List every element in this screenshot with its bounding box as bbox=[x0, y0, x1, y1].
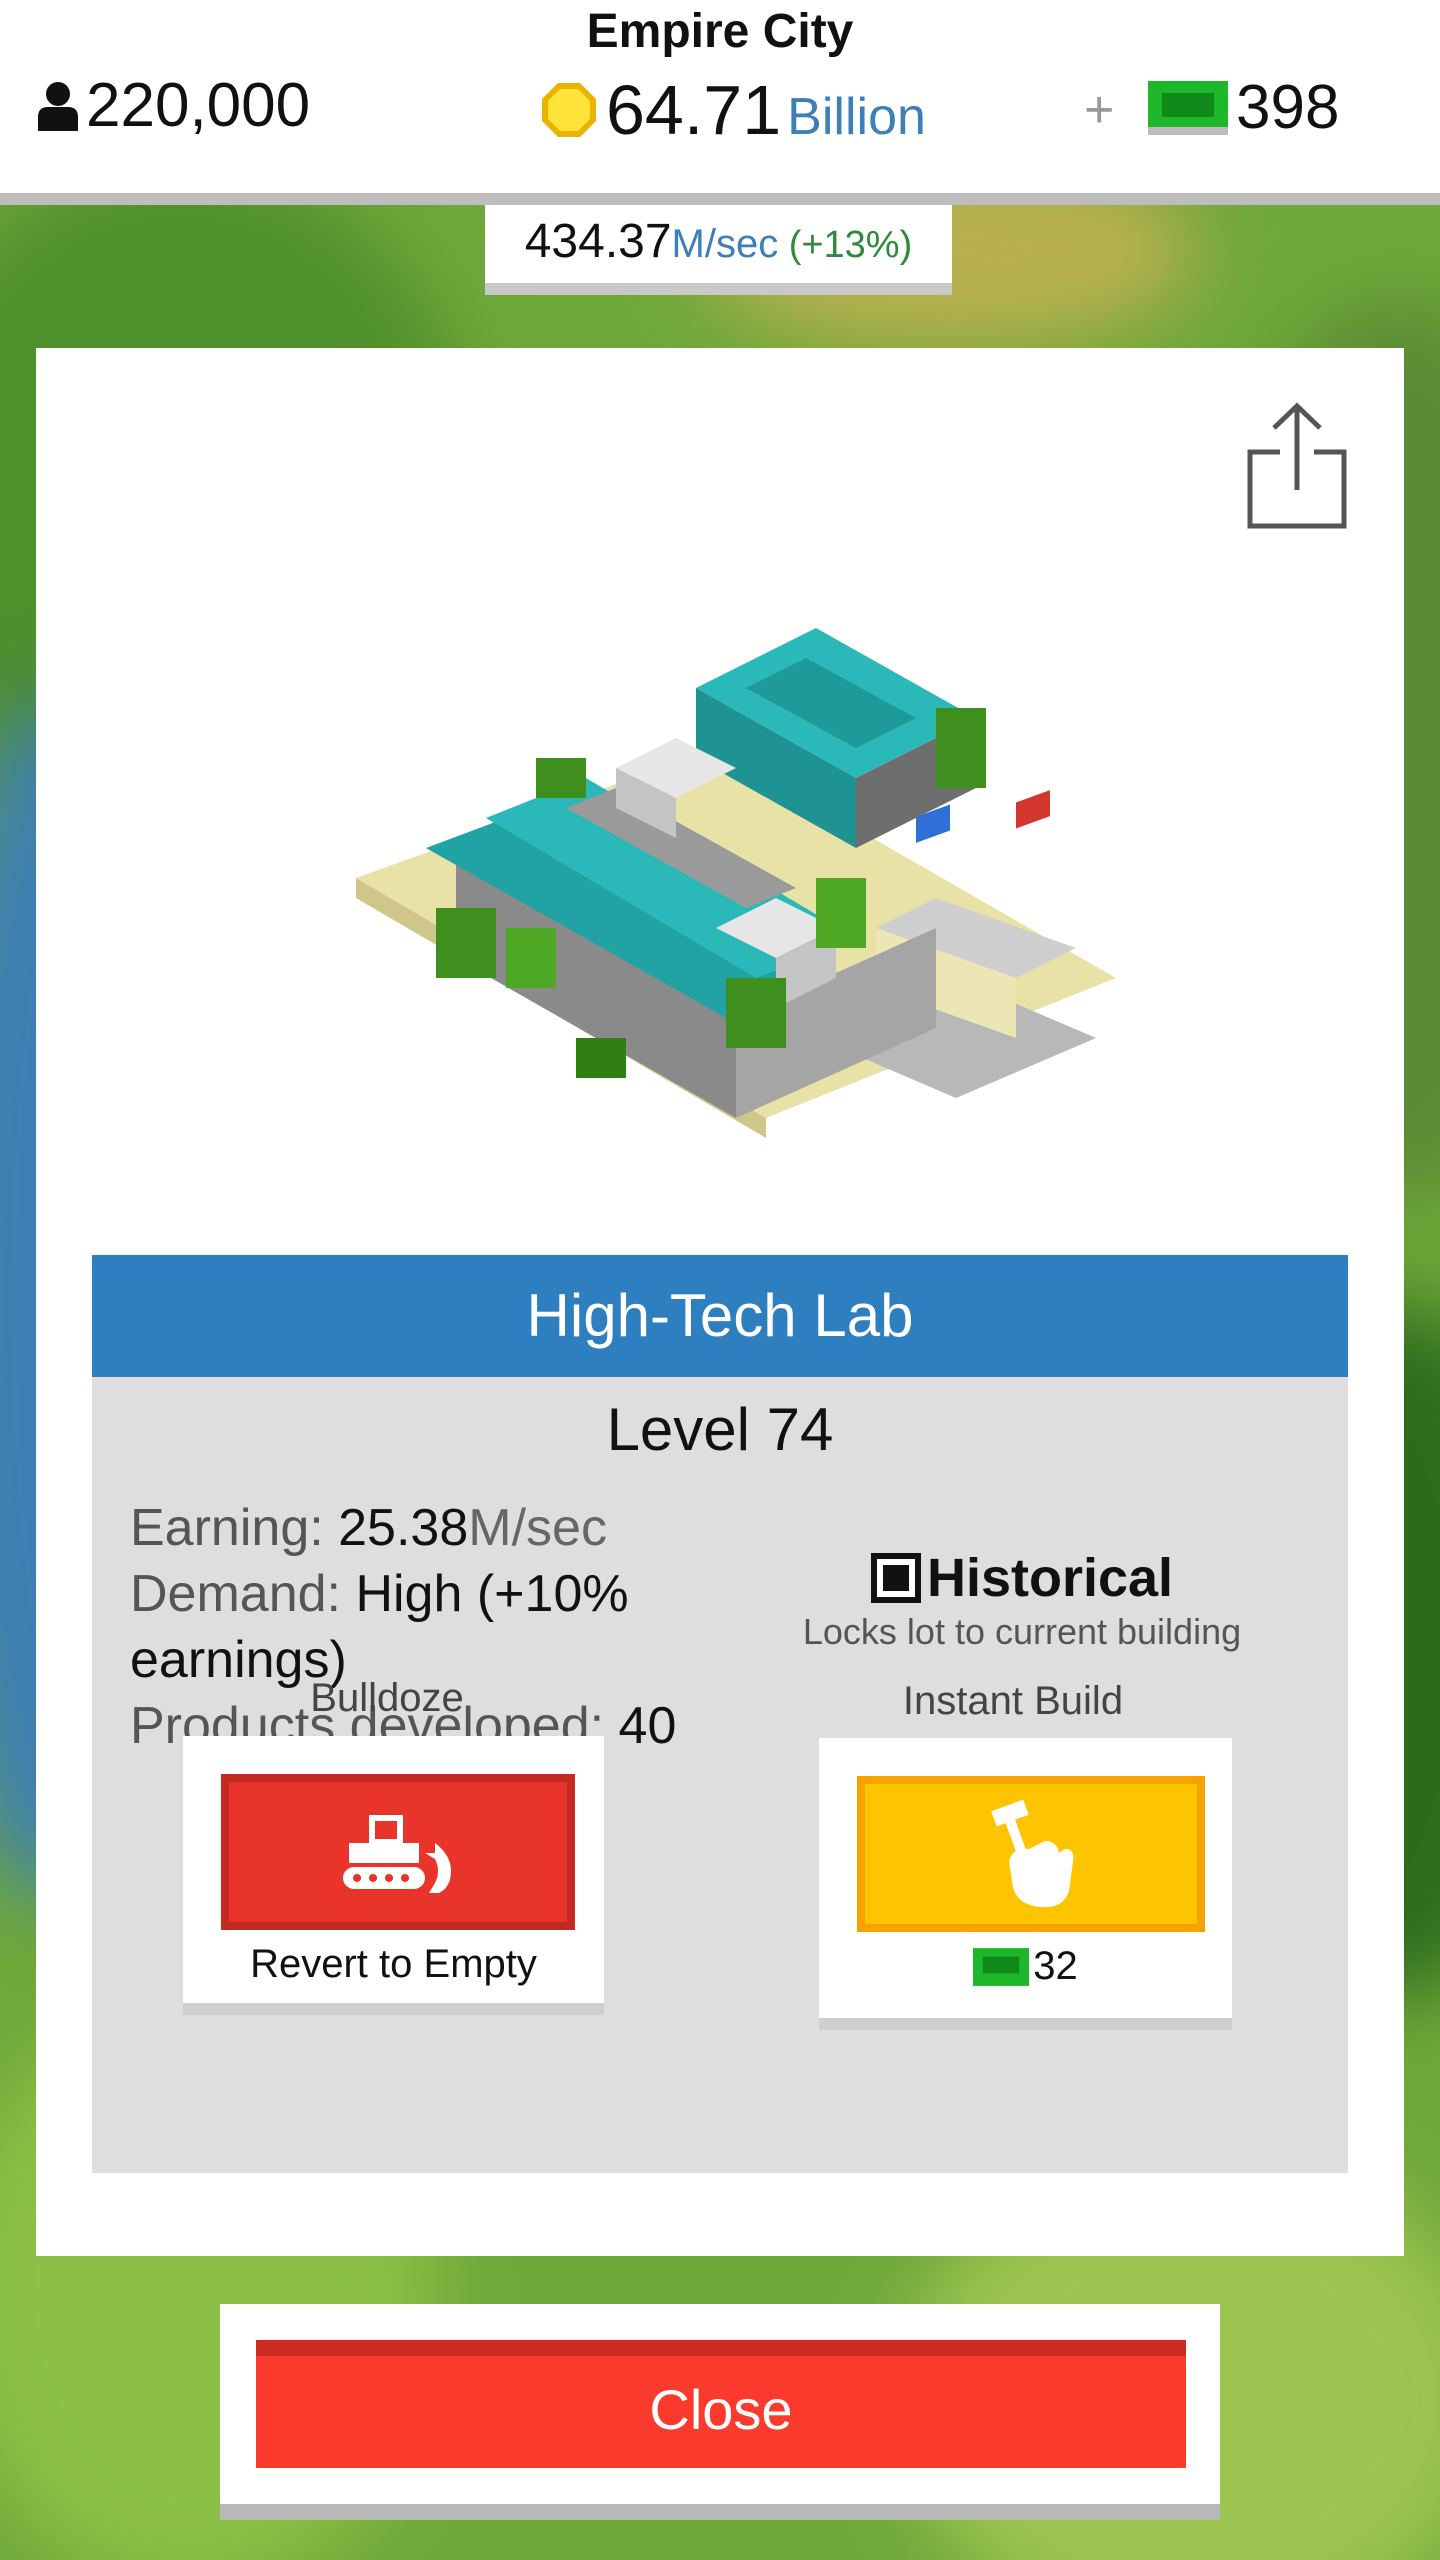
demand-row: Demand: High (+10% earnings) bbox=[130, 1561, 730, 1693]
bulldoze-panel: Revert to Empty bbox=[183, 1736, 604, 2015]
hand-hammer-icon bbox=[991, 1799, 1074, 1908]
building-modal: High-Tech Lab Level 74 Earning: 25.38M/s… bbox=[36, 348, 1404, 2256]
products-value: 40 bbox=[618, 1697, 677, 1755]
bucks-counter[interactable]: 398 bbox=[1148, 72, 1339, 143]
historical-checkbox-row[interactable]: Historical bbox=[792, 1547, 1252, 1609]
bulldoze-subtitle: Revert to Empty bbox=[250, 1942, 537, 1986]
demand-label: Demand: bbox=[130, 1565, 356, 1623]
earning-row: Earning: 25.38M/sec bbox=[130, 1495, 730, 1561]
rate-unit: M/sec bbox=[671, 222, 779, 266]
instant-build-cost: 32 bbox=[819, 1944, 1232, 1989]
building-info-card: High-Tech Lab Level 74 Earning: 25.38M/s… bbox=[92, 1255, 1348, 2173]
building-level: Level 74 bbox=[606, 1396, 834, 1463]
rate-value: 434.37 bbox=[524, 215, 672, 268]
population-value: 220,000 bbox=[86, 71, 311, 140]
close-button[interactable]: Close bbox=[256, 2340, 1186, 2468]
rate-bonus: (+13%) bbox=[788, 224, 913, 266]
bulldoze-button[interactable] bbox=[221, 1774, 575, 1930]
population-counter: 220,000 bbox=[36, 70, 310, 141]
building-name: High-Tech Lab bbox=[92, 1255, 1348, 1377]
earning-label: Earning: bbox=[130, 1499, 339, 1557]
share-icon[interactable] bbox=[1244, 400, 1350, 532]
income-rate: 434.37M/sec (+13%) bbox=[485, 205, 952, 295]
instant-build-button[interactable] bbox=[857, 1776, 1205, 1932]
plus-icon[interactable]: + bbox=[1084, 80, 1114, 140]
bulldoze-label: Bulldoze bbox=[310, 1676, 464, 1720]
historical-description: Locks lot to current building bbox=[802, 1611, 1242, 1652]
coin-icon bbox=[542, 83, 596, 137]
person-icon bbox=[38, 81, 78, 131]
earning-unit: M/sec bbox=[468, 1499, 607, 1557]
bucks-value: 398 bbox=[1236, 73, 1340, 142]
checkbox-icon[interactable] bbox=[870, 1553, 921, 1603]
historical-toggle[interactable]: Historical Locks lot to current building bbox=[792, 1547, 1252, 1653]
cash-amount: 64.71 bbox=[606, 71, 782, 149]
cash-counter: 64.71 Billion bbox=[540, 70, 926, 150]
bill-icon bbox=[1148, 80, 1228, 135]
historical-label: Historical bbox=[926, 1548, 1174, 1608]
cash-unit: Billion bbox=[787, 88, 926, 146]
instant-build-label: Instant Build bbox=[902, 1679, 1124, 1723]
building-illustration bbox=[356, 628, 1116, 1138]
close-panel: Close bbox=[220, 2304, 1220, 2520]
instant-build-panel: 32 bbox=[819, 1738, 1232, 2030]
bulldozer-icon bbox=[343, 1815, 451, 1893]
instant-build-cost-value: 32 bbox=[1033, 1944, 1078, 1988]
bill-icon bbox=[973, 1947, 1030, 1986]
top-hud: Empire City 220,000 64.71 Billion + 398 bbox=[0, 0, 1440, 205]
earning-value: 25.38 bbox=[338, 1499, 469, 1557]
city-name: Empire City bbox=[586, 5, 854, 58]
